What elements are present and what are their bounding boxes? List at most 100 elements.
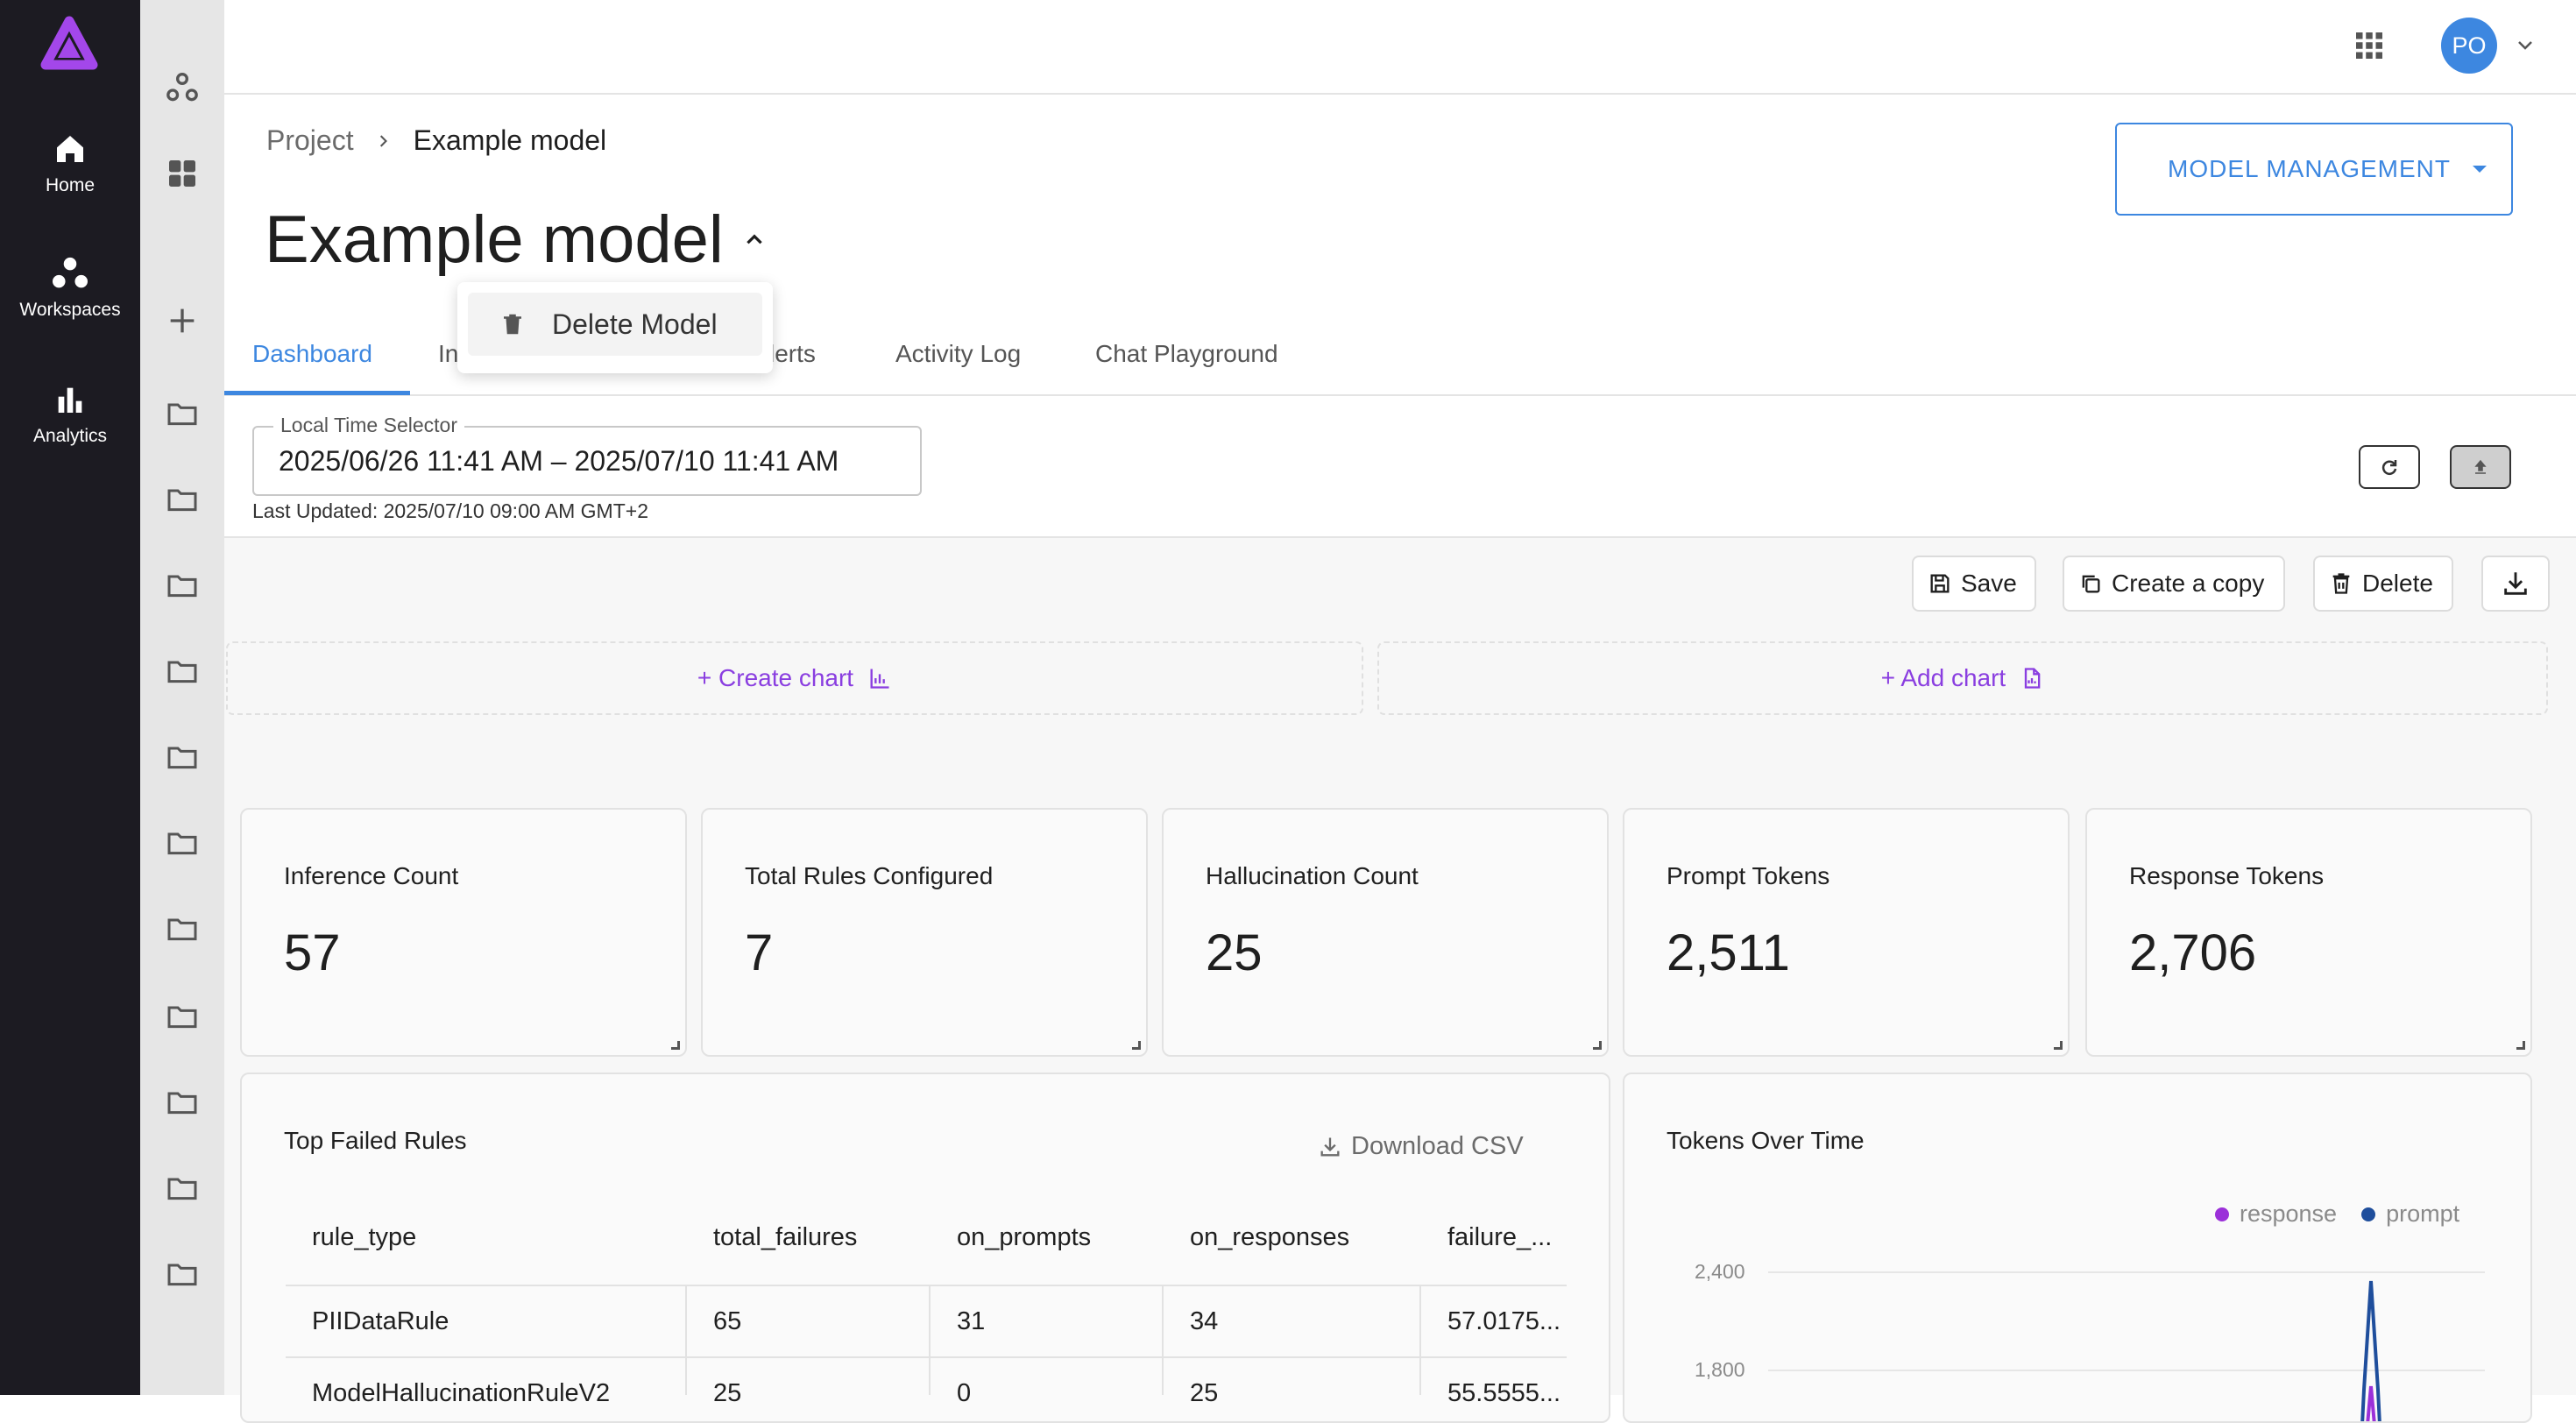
table-cell: 65 <box>713 1307 742 1335</box>
breadcrumb: Project Example model <box>266 124 606 157</box>
nav-item-workspaces[interactable]: Workspaces <box>0 256 140 321</box>
chevron-up-icon[interactable] <box>743 229 766 251</box>
tokens-chart-plot <box>2360 1280 2381 1421</box>
save-icon <box>1930 574 1950 593</box>
refresh-icon <box>2381 460 2397 475</box>
avatar-initials: PO <box>2452 32 2487 59</box>
brand-logo[interactable] <box>40 16 98 74</box>
column-divider <box>685 1285 687 1395</box>
folder-icon[interactable] <box>165 740 200 775</box>
table-cell: 57.0175... <box>1447 1307 1560 1335</box>
page-title-text: Example model <box>265 202 724 277</box>
table-cell: 25 <box>713 1379 742 1407</box>
tab-alerts[interactable]: lerts <box>769 340 816 368</box>
chevron-down-icon[interactable] <box>2513 35 2537 56</box>
table-cell: PIIDataRule <box>312 1307 449 1335</box>
tokens-over-time-card: Tokens Over Time response prompt 2,400 1… <box>1623 1073 2532 1423</box>
model-management-label: MODEL MANAGEMENT <box>2168 155 2451 182</box>
column-divider <box>1419 1285 1421 1395</box>
metric-card-prompt-tokens: Prompt Tokens 2,511 <box>1623 808 2070 1057</box>
home-icon <box>57 136 83 162</box>
breadcrumb-parent[interactable]: Project <box>266 124 354 157</box>
analytics-icon <box>58 387 82 413</box>
folder-icon[interactable] <box>165 1171 200 1206</box>
download-csv-button[interactable]: Download CSV <box>1318 1132 1524 1161</box>
apps-grid-icon[interactable] <box>2353 30 2385 61</box>
add-chart-slot[interactable]: + Add chart <box>1377 641 2548 715</box>
folder-icon[interactable] <box>165 396 200 431</box>
resize-handle-icon[interactable] <box>1132 1041 1141 1050</box>
avatar[interactable]: PO <box>2441 18 2497 74</box>
delete-model-label: Delete Model <box>552 308 718 340</box>
time-selector-field[interactable]: Local Time Selector 2025/06/26 11:41 AM … <box>252 414 922 496</box>
page-title[interactable]: Example model <box>265 202 766 278</box>
bar-chart-icon <box>870 669 889 689</box>
folder-icon[interactable] <box>165 825 200 860</box>
tab-dashboard[interactable]: Dashboard <box>252 340 372 368</box>
download-csv-label: Download CSV <box>1351 1132 1524 1160</box>
resize-handle-icon[interactable] <box>1593 1041 1602 1050</box>
delete-model-menu-item[interactable]: Delete Model <box>468 293 762 356</box>
column-header[interactable]: on_responses <box>1190 1223 1349 1252</box>
nav-item-home[interactable]: Home <box>0 131 140 196</box>
save-label: Save <box>1961 570 2017 597</box>
folder-icon[interactable] <box>165 568 200 603</box>
column-header[interactable]: failure_... <box>1447 1223 1552 1252</box>
chevron-right-icon <box>379 134 387 147</box>
workspaces-icon <box>53 257 88 288</box>
resize-handle-icon[interactable] <box>2516 1041 2525 1050</box>
delete-button[interactable]: Delete <box>2313 556 2453 612</box>
table-cell: 25 <box>1190 1379 1219 1407</box>
tab-chat-playground[interactable]: Chat Playground <box>1095 340 1278 368</box>
caret-down-icon <box>2473 166 2487 173</box>
metric-title: Prompt Tokens <box>1667 862 1830 889</box>
refresh-button[interactable] <box>2359 445 2420 489</box>
metric-card-response-tokens: Response Tokens 2,706 <box>2085 808 2532 1057</box>
column-header[interactable]: total_failures <box>713 1223 857 1252</box>
export-button[interactable] <box>2450 445 2511 489</box>
column-header[interactable]: on_prompts <box>957 1223 1091 1252</box>
table-divider <box>286 1285 1567 1286</box>
resize-handle-icon[interactable] <box>2054 1041 2063 1050</box>
column-divider <box>929 1285 931 1395</box>
table-cell: 0 <box>957 1379 972 1407</box>
folder-icon[interactable] <box>165 999 200 1034</box>
top-failed-rules-card: Top Failed Rules Download CSV <box>240 1073 1610 1423</box>
time-selector-value: 2025/06/26 11:41 AM – 2025/07/10 11:41 A… <box>279 445 839 477</box>
save-button[interactable]: Save <box>1912 556 2036 612</box>
nav-label-analytics: Analytics <box>32 426 108 446</box>
tab-inferences[interactable]: In <box>438 340 458 368</box>
resize-handle-icon[interactable] <box>671 1041 680 1050</box>
metric-value: 7 <box>745 924 774 981</box>
metric-title: Inference Count <box>284 862 459 889</box>
download-button[interactable] <box>2481 556 2550 612</box>
nav-item-analytics[interactable]: Analytics <box>0 382 140 447</box>
folder-icon[interactable] <box>165 654 200 689</box>
folder-icon[interactable] <box>165 911 200 946</box>
folder-icon[interactable] <box>165 1257 200 1292</box>
create-copy-button[interactable]: Create a copy <box>2063 556 2285 612</box>
create-chart-label: + Create chart <box>697 664 854 691</box>
table-cell: 34 <box>1190 1307 1219 1335</box>
model-management-button[interactable]: MODEL MANAGEMENT <box>2115 123 2513 216</box>
response-series-line <box>2366 1385 2376 1421</box>
download-icon <box>2504 572 2527 595</box>
document-icon <box>2025 668 2041 689</box>
tab-dashboard-indicator <box>224 391 410 395</box>
metric-card-inference-count: Inference Count 57 <box>240 808 687 1057</box>
metric-value: 57 <box>284 924 341 981</box>
grid-view-icon[interactable] <box>165 156 200 191</box>
top-failed-rules-title: Top Failed Rules <box>284 1127 467 1154</box>
metric-title: Total Rules Configured <box>745 862 994 889</box>
nav-label-workspaces: Workspaces <box>19 300 121 320</box>
trash-icon <box>2332 573 2350 594</box>
column-header[interactable]: rule_type <box>312 1223 416 1252</box>
workspace-nodes-icon[interactable] <box>165 70 200 105</box>
folder-icon[interactable] <box>165 482 200 517</box>
folder-icon[interactable] <box>165 1085 200 1120</box>
trash-icon <box>504 314 521 335</box>
create-chart-slot[interactable]: + Create chart <box>226 641 1363 715</box>
tab-activity-log[interactable]: Activity Log <box>895 340 1021 368</box>
metric-value: 25 <box>1206 924 1263 981</box>
add-icon[interactable] <box>165 303 200 338</box>
